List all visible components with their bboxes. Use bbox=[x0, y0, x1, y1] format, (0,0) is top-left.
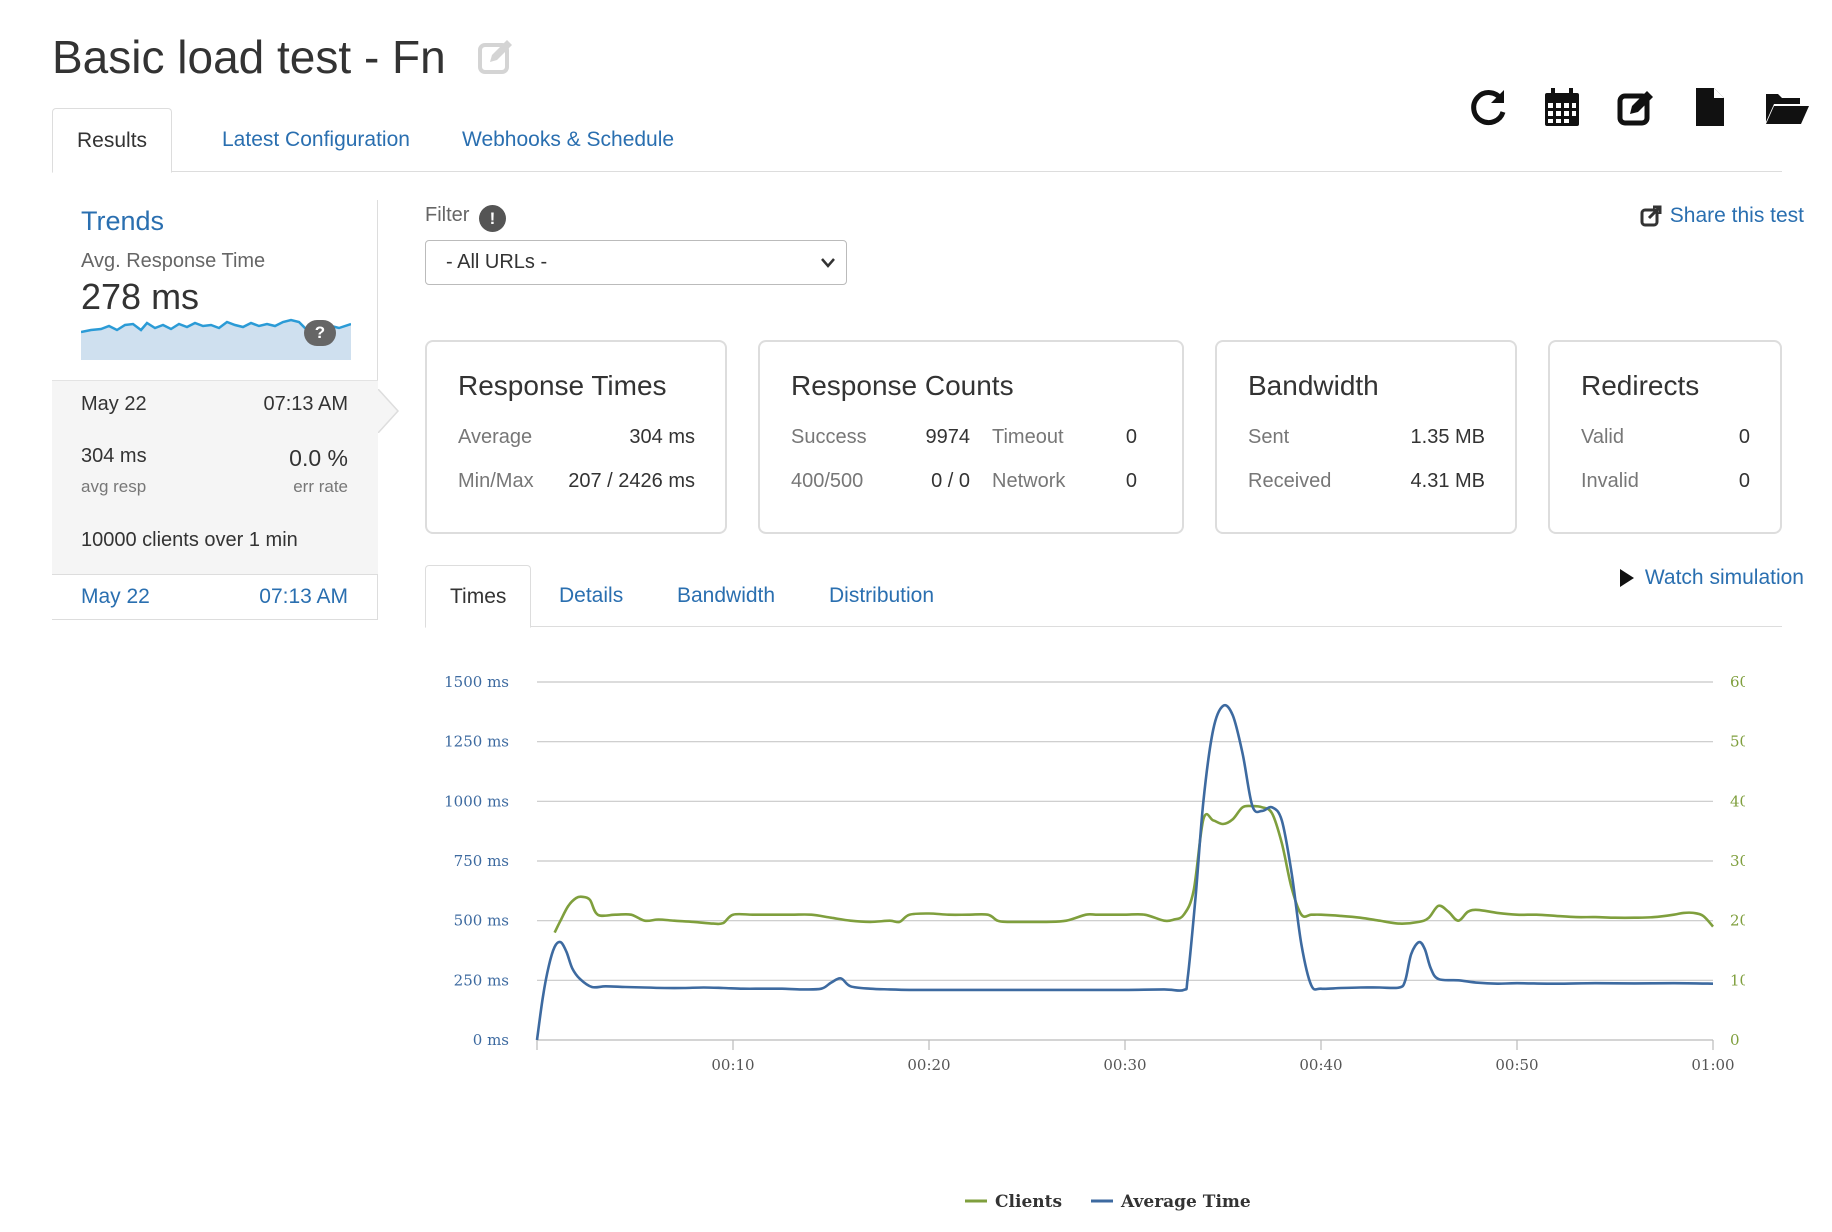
x-tick-label: 00:40 bbox=[1299, 1056, 1342, 1074]
y-left-tick-label: 750 ms bbox=[454, 852, 509, 870]
y-left-tick-label: 1000 ms bbox=[444, 792, 509, 810]
minmax-label: Min/Max bbox=[458, 470, 534, 492]
run-avg-resp-label: avg resp bbox=[81, 477, 147, 496]
filter-label: Filter bbox=[425, 204, 470, 226]
response-counts-card: Response Counts Success 9974 Timeout 0 4… bbox=[758, 340, 1184, 534]
y-right-tick-label: 600 bbox=[1730, 673, 1745, 691]
y-right-tick-label: 100 bbox=[1730, 971, 1745, 989]
timeout-value: 0 bbox=[1125, 426, 1137, 448]
y-left-tick-label: 500 ms bbox=[454, 912, 509, 930]
success-value: 9974 bbox=[925, 426, 971, 448]
y-left-tick-label: 250 ms bbox=[454, 971, 509, 989]
filter-info-icon[interactable]: ! bbox=[479, 205, 506, 232]
response-times-title: Response Times bbox=[458, 370, 667, 401]
response-times-chart: 1500 ms1250 ms1000 ms750 ms500 ms250 ms0… bbox=[444, 673, 1745, 1212]
url-filter-value: - All URLs - bbox=[446, 251, 548, 273]
valid-value: 0 bbox=[1738, 426, 1750, 448]
clients-series-line bbox=[553, 804, 1714, 934]
network-label: Network bbox=[992, 470, 1066, 492]
timeout-label: Timeout bbox=[992, 426, 1064, 448]
tab-bandwidth[interactable]: Bandwidth bbox=[653, 565, 799, 627]
legend-label: Average Time bbox=[1120, 1192, 1251, 1212]
tab-webhooks-schedule[interactable]: Webhooks & Schedule bbox=[438, 108, 698, 172]
share-test-label: Share this test bbox=[1669, 204, 1804, 227]
r400-label: 400/500 bbox=[791, 470, 864, 492]
play-icon bbox=[1619, 569, 1634, 587]
run-time: 07:13 AM bbox=[263, 393, 348, 415]
legend-label: Clients bbox=[995, 1192, 1062, 1212]
invalid-label: Invalid bbox=[1581, 470, 1639, 492]
tab-results[interactable]: Results bbox=[52, 108, 173, 173]
y-right-tick-label: 500 bbox=[1730, 733, 1745, 751]
tab-latest-configuration[interactable]: Latest Configuration bbox=[198, 108, 434, 172]
run-avg-resp: 304 ms bbox=[81, 445, 147, 467]
run-err-rate: 0.0 % bbox=[289, 445, 348, 471]
valid-label: Valid bbox=[1581, 426, 1624, 448]
network-value: 0 bbox=[1125, 470, 1137, 492]
url-filter-select[interactable]: - All URLs - bbox=[425, 240, 847, 285]
x-tick-label: 00:30 bbox=[1103, 1056, 1146, 1074]
run-clients: 10000 clients over 1 min bbox=[81, 529, 298, 551]
x-tick-label: 00:50 bbox=[1495, 1056, 1538, 1074]
minmax-value: 207 / 2426 ms bbox=[568, 470, 695, 492]
run-link-time[interactable]: 07:13 AM bbox=[259, 585, 348, 609]
run-summary-card[interactable]: May 22 07:13 AM 304 ms avg resp 0.0 % er… bbox=[52, 380, 400, 575]
y-left-tick-label: 1500 ms bbox=[444, 673, 509, 691]
trends-sidebar: Trends Avg. Response Time 278 ms ? May 2… bbox=[52, 200, 400, 620]
success-label: Success bbox=[791, 426, 867, 448]
edit-title-icon[interactable] bbox=[476, 36, 516, 76]
pointer-arrow-icon bbox=[378, 389, 400, 433]
received-label: Received bbox=[1248, 470, 1332, 492]
share-icon bbox=[1640, 205, 1662, 227]
watch-simulation-link[interactable]: Watch simulation bbox=[1619, 566, 1804, 590]
main-tabs: Results Latest Configuration Webhooks & … bbox=[52, 108, 1782, 173]
y-right-tick-label: 400 bbox=[1730, 792, 1745, 810]
redirects-card: Redirects Valid 0 Invalid 0 bbox=[1548, 340, 1782, 534]
invalid-value: 0 bbox=[1738, 470, 1750, 492]
chart-tabs: Times Details Bandwidth Distribution bbox=[425, 565, 1782, 628]
run-list-item[interactable]: May 22 07:13 AM bbox=[52, 575, 378, 620]
y-left-tick-label: 1250 ms bbox=[444, 733, 509, 751]
page-title: Basic load test - Fn bbox=[52, 31, 446, 83]
y-right-tick-label: 0 bbox=[1730, 1031, 1740, 1049]
avg-response-label: Avg. Response Time bbox=[81, 250, 266, 272]
sent-label: Sent bbox=[1248, 426, 1290, 448]
help-badge[interactable]: ? bbox=[304, 320, 336, 346]
bandwidth-card: Bandwidth Sent 1.35 MB Received 4.31 MB bbox=[1215, 340, 1517, 534]
x-tick-label: 00:10 bbox=[711, 1056, 754, 1074]
run-link-date[interactable]: May 22 bbox=[81, 585, 150, 609]
x-tick-label: 01:00 bbox=[1691, 1056, 1734, 1074]
y-right-tick-label: 200 bbox=[1730, 912, 1745, 930]
trends-title[interactable]: Trends bbox=[81, 206, 164, 237]
received-value: 4.31 MB bbox=[1410, 470, 1485, 492]
response-times-card: Response Times Average 304 ms Min/Max 20… bbox=[425, 340, 727, 534]
run-date: May 22 bbox=[81, 393, 147, 415]
tab-distribution[interactable]: Distribution bbox=[805, 565, 958, 627]
y-left-tick-label: 0 ms bbox=[473, 1031, 509, 1049]
chevron-down-icon bbox=[820, 241, 836, 300]
run-err-rate-label: err rate bbox=[293, 477, 348, 496]
y-right-tick-label: 300 bbox=[1730, 852, 1745, 870]
redirects-title: Redirects bbox=[1581, 370, 1700, 401]
tab-times[interactable]: Times bbox=[425, 565, 532, 628]
response-counts-title: Response Counts bbox=[791, 370, 1014, 401]
average-time-series-line bbox=[535, 703, 1714, 1041]
share-test-link[interactable]: Share this test bbox=[1640, 204, 1804, 228]
r400-value: 0 / 0 bbox=[931, 470, 970, 492]
tab-details[interactable]: Details bbox=[535, 565, 647, 627]
bandwidth-title: Bandwidth bbox=[1248, 370, 1379, 401]
watch-simulation-label: Watch simulation bbox=[1644, 566, 1804, 589]
sent-value: 1.35 MB bbox=[1410, 426, 1485, 448]
x-tick-label: 00:20 bbox=[907, 1056, 950, 1074]
average-value: 304 ms bbox=[629, 426, 695, 448]
average-label: Average bbox=[458, 426, 533, 448]
